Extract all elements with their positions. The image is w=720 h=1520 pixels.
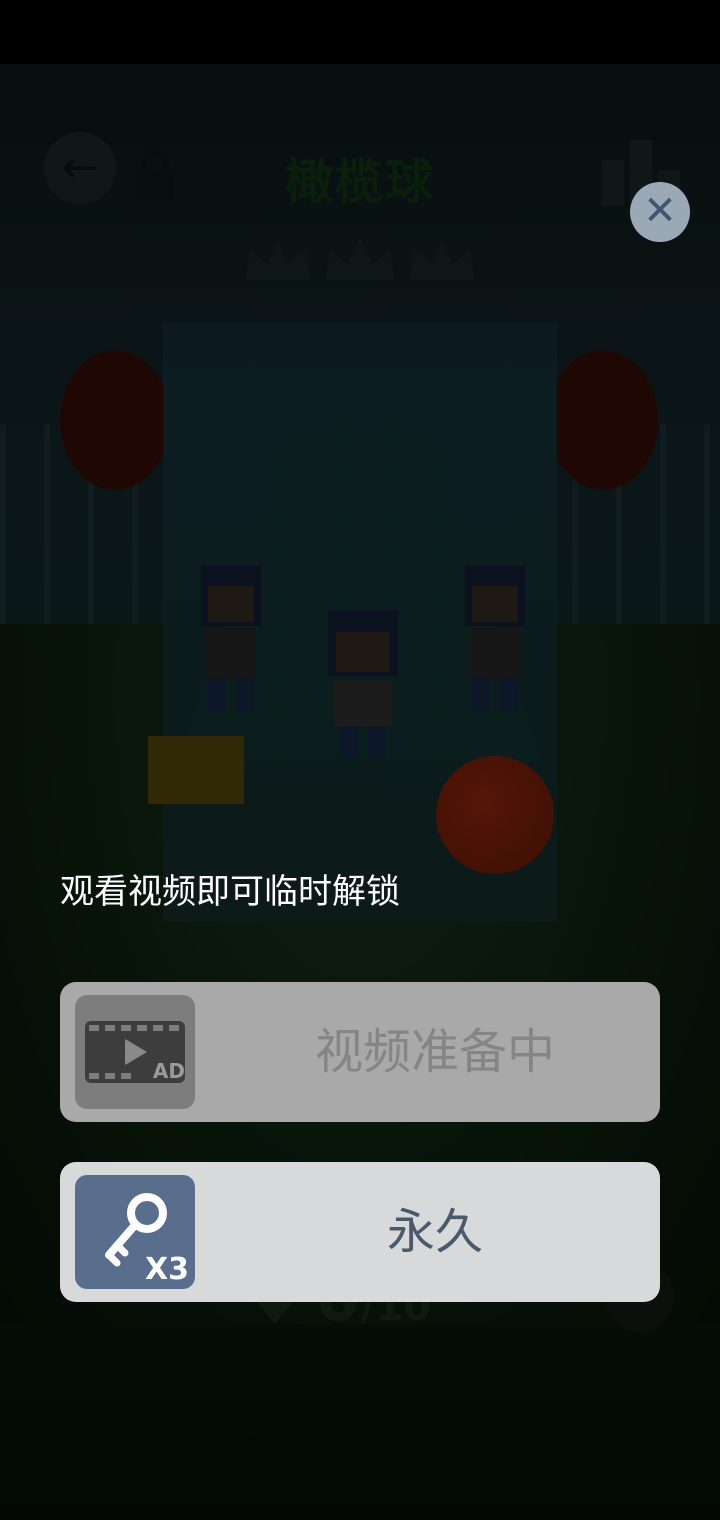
status-bar xyxy=(0,0,720,64)
close-button[interactable]: ✕ xyxy=(630,182,690,242)
key-icon-box: X3 xyxy=(75,1175,195,1289)
permanent-unlock-button[interactable]: X3 永久 xyxy=(60,1162,660,1302)
permanent-button-label: 永久 xyxy=(386,1204,483,1260)
key-cost-badge: X3 xyxy=(144,1252,189,1287)
ad-badge: AD xyxy=(152,1059,185,1083)
video-button-label: 视频准备中 xyxy=(314,1024,555,1080)
unlock-message: 观看视频即可临时解锁 xyxy=(60,872,400,912)
watch-video-button[interactable]: AD 视频准备中 xyxy=(60,982,660,1122)
video-ad-icon xyxy=(85,1021,185,1083)
video-ad-icon-box: AD xyxy=(75,995,195,1109)
